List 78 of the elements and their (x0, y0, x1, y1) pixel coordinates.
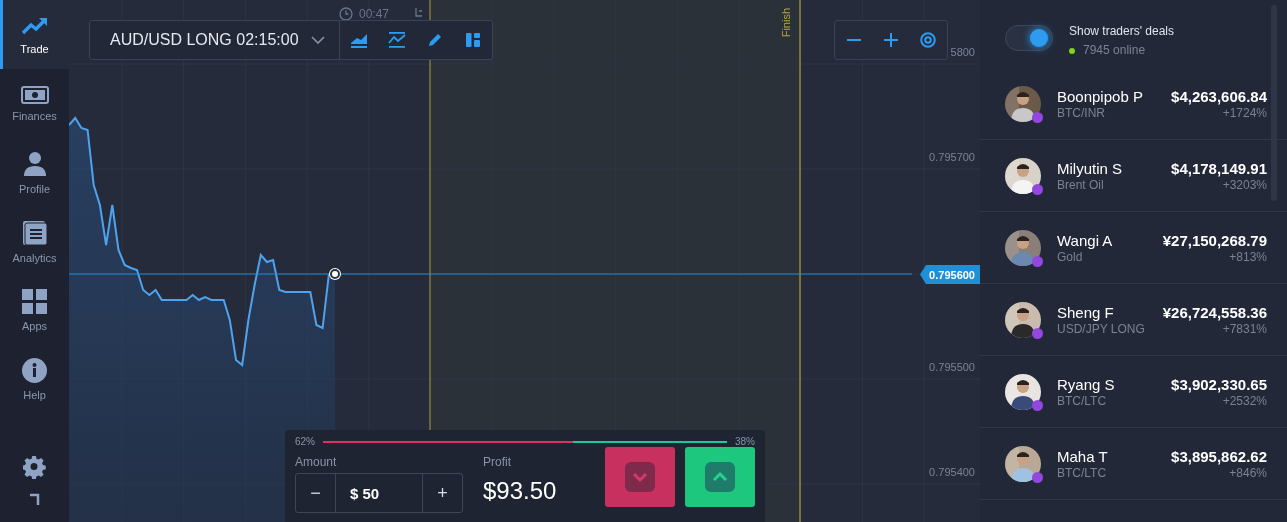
info-icon (22, 358, 47, 383)
pencil-icon (426, 32, 443, 48)
sidebar-item[interactable]: Apps (0, 276, 69, 345)
amount-field[interactable]: $ 50 (335, 474, 423, 512)
trader-row[interactable]: Sheng F USD/JPY LONG ¥26,724,558.36 +7831% (980, 284, 1287, 356)
trader-change: +813% (1229, 249, 1267, 264)
price-label: 0.795500 (929, 361, 975, 373)
amount-label: Amount (295, 455, 338, 469)
finish-label: Finish (780, 8, 792, 38)
toggle-switch[interactable] (1005, 25, 1053, 51)
trader-amount: $3,895,862.62 (1171, 447, 1267, 465)
sidebar-item[interactable]: Finances (0, 69, 69, 138)
down-share: 62% (295, 436, 315, 447)
badge-dot (1032, 399, 1043, 411)
grid-icon (22, 289, 47, 314)
trader-change: +1724% (1222, 105, 1267, 120)
increase-button[interactable]: + (423, 474, 462, 512)
trader-change: +3203% (1222, 177, 1267, 192)
trader-amount: $4,178,149.91 (1171, 159, 1267, 177)
trader-name: Maha T (1057, 447, 1109, 465)
badge-dot (1032, 471, 1043, 483)
trader-row[interactable]: Ryang S BTC/LTC $3,902,330.65 +2532% (980, 356, 1287, 428)
plus-icon (884, 33, 898, 47)
trader-name: Milyutin S (1057, 159, 1124, 177)
online-count: 7945 online (1069, 43, 1174, 57)
trader-row[interactable]: Maha T BTC/LTC $3,895,862.62 +846% (980, 428, 1287, 500)
badge-dot (1032, 183, 1043, 195)
minus-icon (846, 39, 861, 41)
trader-amount: ¥26,724,558.36 (1162, 303, 1267, 321)
price-label: 0.795700 (929, 151, 975, 163)
trader-change: +7831% (1222, 321, 1267, 336)
trader-change: +846% (1229, 465, 1267, 480)
sidebar-item[interactable]: Trade (0, 0, 69, 69)
sidebar-item[interactable]: Help (0, 345, 69, 414)
user-icon (22, 150, 47, 177)
badge-dot (1032, 255, 1043, 267)
line-chart-icon (387, 32, 406, 48)
up-share: 38% (735, 436, 755, 447)
clock-icon (339, 7, 353, 21)
trader-change: +2532% (1222, 393, 1267, 408)
chevron-down-icon (310, 36, 325, 44)
trader-name: Boonpipob P (1057, 87, 1144, 105)
badge-dot (1032, 111, 1043, 123)
price-marker (330, 269, 340, 279)
trader-asset: BTC/INR (1057, 105, 1106, 120)
banknote-icon (20, 85, 49, 104)
trader-asset: BTC/LTC (1057, 465, 1108, 480)
flag-icon (415, 8, 423, 18)
trader-asset: BTC/LTC (1057, 393, 1108, 408)
trader-name: Sheng F (1057, 303, 1115, 321)
toggle-label: Show traders' deals (1069, 24, 1174, 38)
trader-asset: USD/JPY LONG (1057, 321, 1146, 336)
price-label: 5800 (950, 46, 975, 58)
profit-label: Profit (483, 455, 512, 469)
trader-amount: ¥27,150,268.79 (1162, 231, 1267, 249)
settings-icon[interactable] (22, 455, 47, 479)
trader-amount: $3,902,330.65 (1171, 375, 1267, 393)
trader-amount: $4,263,606.84 (1171, 87, 1267, 105)
trader-name: Wangi A (1057, 231, 1114, 249)
profit-value: $93.50 (483, 477, 558, 505)
sidebar-item[interactable]: Analytics (0, 207, 69, 276)
sidebar-item[interactable]: Profile (0, 138, 69, 207)
chevron-up-icon (705, 462, 735, 492)
layout-icon (465, 33, 480, 47)
chevron-down-icon (625, 462, 655, 492)
timer: 00:47 (359, 7, 390, 21)
decrease-button[interactable]: − (296, 474, 335, 512)
price-badge: 0.795600 (920, 265, 980, 284)
target-icon (920, 32, 937, 48)
trader-asset: Gold (1057, 249, 1084, 264)
trader-row[interactable]: Wangi A Gold ¥27,150,268.79 +813% (980, 212, 1287, 284)
document-icon (21, 219, 48, 246)
badge-dot (1032, 327, 1043, 339)
price-label: 0.795400 (929, 466, 975, 478)
trader-name: Ryang S (1057, 375, 1116, 393)
amount-stepper[interactable]: − $ 50 + (295, 473, 463, 513)
trader-asset: Brent Oil (1057, 177, 1105, 192)
area-chart-icon (349, 32, 368, 48)
